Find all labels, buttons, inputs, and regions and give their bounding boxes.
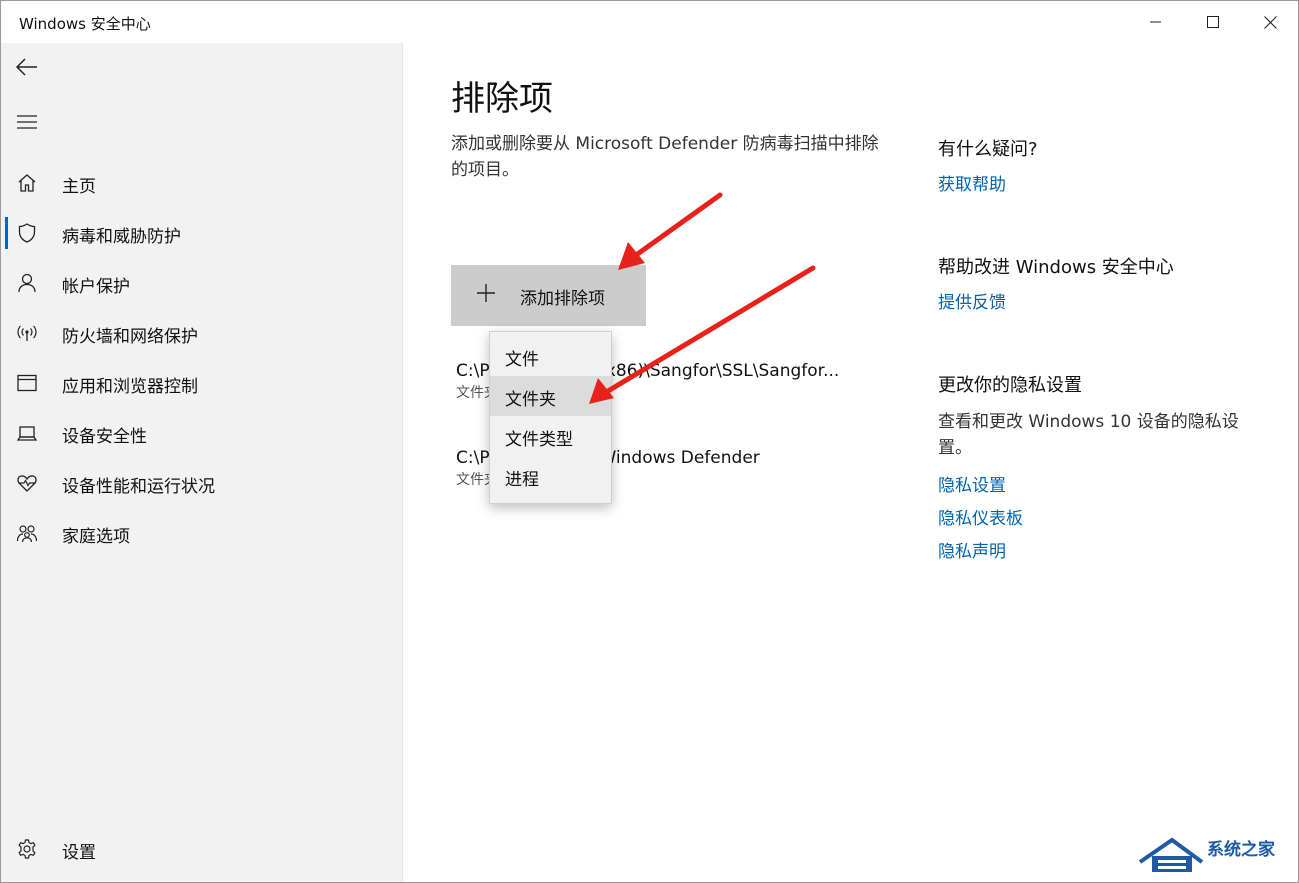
menu-item-folder[interactable]: 文件夹 (490, 376, 611, 416)
hamburger-icon (17, 115, 37, 129)
plus-icon (477, 284, 495, 302)
sidebar-item-label: 帐户保护 (62, 277, 130, 297)
privacy-heading: 更改你的隐私设置 (938, 375, 1082, 396)
sidebar-item-device-performance[interactable]: 设备性能和运行状况 (1, 461, 401, 505)
person-icon (18, 273, 36, 293)
sidebar-item-label: 家庭选项 (62, 527, 130, 547)
main-content: 排除项 添加或删除要从 Microsoft Defender 防病毒扫描中排除的… (403, 43, 1298, 882)
back-button[interactable] (5, 45, 49, 89)
page-description: 添加或删除要从 Microsoft Defender 防病毒扫描中排除的项目。 (451, 134, 879, 180)
menu-item-label: 文件 (505, 350, 539, 370)
back-arrow-icon (16, 58, 37, 76)
sidebar-item-virus-protection[interactable]: 病毒和威胁防护 (1, 211, 401, 255)
get-help-link[interactable]: 获取帮助 (938, 170, 1006, 195)
add-exclusion-label: 添加排除项 (520, 289, 605, 308)
add-exclusion-button[interactable]: 添加排除项 (451, 265, 646, 326)
help-heading: 有什么疑问? (938, 139, 1038, 160)
privacy-statement-link[interactable]: 隐私声明 (938, 537, 1006, 562)
sidebar-item-device-security[interactable]: 设备安全性 (1, 411, 401, 455)
sidebar-item-label: 病毒和威胁防护 (62, 227, 181, 247)
app-window-icon (17, 374, 37, 392)
sidebar-item-label: 主页 (62, 177, 96, 197)
improve-heading: 帮助改进 Windows 安全中心 (938, 257, 1174, 278)
maximize-icon (1207, 16, 1219, 28)
sidebar-item-firewall[interactable]: 防火墙和网络保护 (1, 311, 401, 355)
sidebar-item-account-protection[interactable]: 帐户保护 (1, 261, 401, 305)
menu-item-file-type[interactable]: 文件类型 (490, 416, 611, 456)
menu-item-label: 文件夹 (505, 390, 556, 410)
menu-item-file[interactable]: 文件 (490, 336, 611, 376)
heart-pulse-icon (17, 475, 37, 492)
privacy-description: 查看和更改 Windows 10 设备的隐私设置。 (938, 412, 1239, 458)
minimize-button[interactable] (1128, 1, 1184, 43)
close-icon (1263, 15, 1277, 29)
sidebar-item-home[interactable]: 主页 (1, 161, 401, 205)
sidebar-item-label: 防火墙和网络保护 (62, 327, 198, 347)
sidebar-item-app-browser-control[interactable]: 应用和浏览器控制 (1, 361, 401, 405)
privacy-dashboard-link[interactable]: 隐私仪表板 (938, 504, 1023, 529)
privacy-settings-link[interactable]: 隐私设置 (938, 471, 1006, 496)
menu-item-process[interactable]: 进程 (490, 456, 611, 496)
minimize-icon (1150, 21, 1161, 23)
sidebar-item-label: 应用和浏览器控制 (62, 377, 198, 397)
window-title: Windows 安全中心 (19, 15, 151, 33)
family-icon (16, 525, 38, 543)
maximize-button[interactable] (1185, 1, 1241, 43)
title-bar: Windows 安全中心 (1, 1, 1298, 43)
sidebar-item-label: 设备安全性 (62, 427, 147, 447)
sidebar-item-settings[interactable]: 设置 (1, 827, 401, 871)
shield-icon (18, 223, 36, 243)
page-title: 排除项 (451, 79, 553, 119)
settings-label: 设置 (62, 843, 96, 863)
wireless-icon (17, 325, 37, 341)
menu-item-label: 进程 (505, 470, 539, 490)
hamburger-menu-button[interactable] (5, 100, 49, 144)
gear-icon (18, 839, 36, 859)
home-icon (18, 174, 36, 192)
exclusion-type-menu: 文件 文件夹 文件类型 进程 (489, 331, 612, 504)
sidebar: 主页 病毒和威胁防护 帐户保护 防火墙和网络保护 应用和浏览器控制 设备安全性 … (1, 43, 403, 882)
laptop-icon (16, 426, 38, 441)
feedback-link[interactable]: 提供反馈 (938, 288, 1006, 313)
sidebar-item-label: 设备性能和运行状况 (62, 477, 215, 497)
close-button[interactable] (1242, 1, 1298, 43)
sidebar-item-family-options[interactable]: 家庭选项 (1, 511, 401, 555)
menu-item-label: 文件类型 (505, 430, 573, 450)
watermark-brand: 系统之家 (1207, 840, 1275, 860)
app-window: Windows 安全中心 主页 病毒和威胁防护 帐户保护 防火墙和网络保护 应用… (0, 0, 1299, 883)
